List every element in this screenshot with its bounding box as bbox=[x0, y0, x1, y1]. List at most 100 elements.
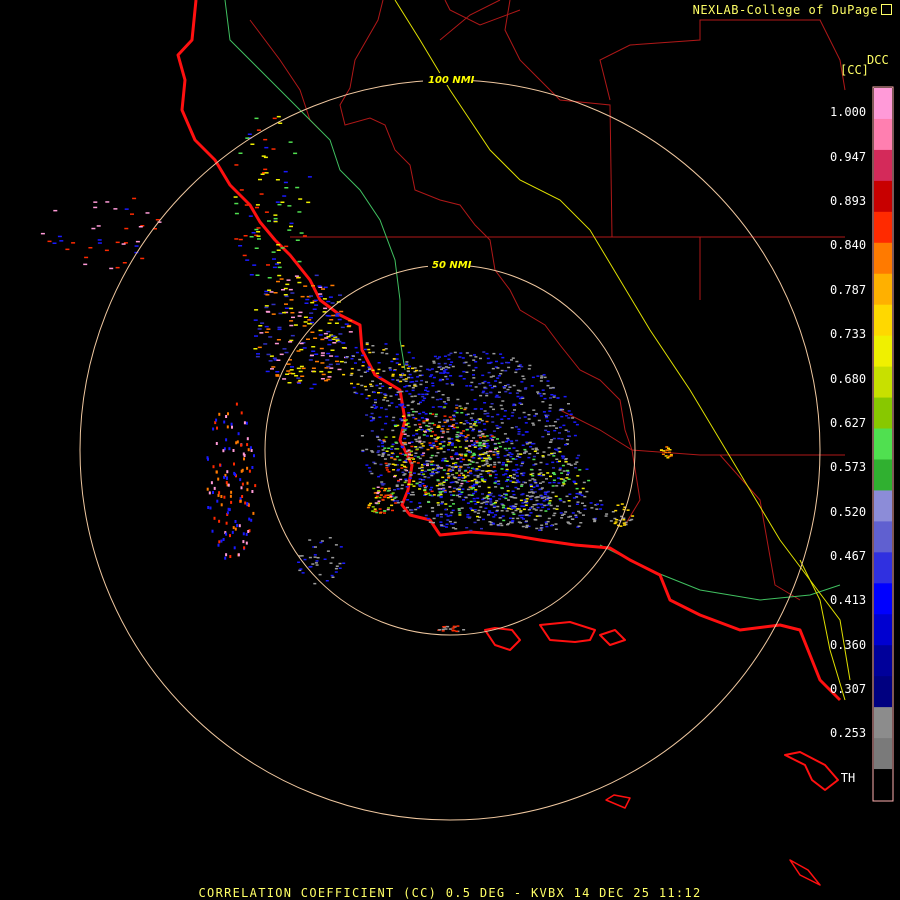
brand-header: NEXLAB-College of DuPage bbox=[693, 3, 892, 17]
radar-echo bbox=[557, 437, 561, 440]
radar-echo bbox=[616, 504, 620, 506]
radar-echo bbox=[406, 404, 410, 407]
radar-echo bbox=[328, 296, 333, 298]
radar-echo bbox=[464, 407, 468, 409]
radar-echo bbox=[234, 202, 239, 205]
external-link-icon[interactable] bbox=[881, 4, 892, 15]
radar-echo bbox=[396, 391, 400, 394]
radar-echo bbox=[510, 442, 514, 445]
radar-echo bbox=[495, 360, 498, 363]
radar-echo bbox=[520, 483, 524, 486]
radar-echo bbox=[493, 461, 497, 464]
radar-echo bbox=[447, 444, 450, 446]
radar-echo bbox=[479, 357, 482, 360]
radar-echo bbox=[474, 356, 478, 358]
radar-echo bbox=[482, 423, 486, 425]
radar-echo bbox=[580, 494, 584, 497]
radar-echo bbox=[562, 501, 566, 503]
radar-echo bbox=[615, 519, 619, 521]
radar-echo bbox=[530, 385, 534, 387]
radar-echo bbox=[667, 451, 671, 454]
radar-echo bbox=[470, 440, 474, 442]
radar-echo bbox=[399, 478, 403, 481]
radar-echo bbox=[327, 371, 332, 373]
radar-echo bbox=[454, 462, 458, 464]
radar-echo bbox=[475, 440, 479, 443]
radar-echo bbox=[288, 341, 293, 343]
radar-echo bbox=[546, 520, 550, 523]
radar-echo bbox=[516, 508, 520, 510]
radar-echo bbox=[399, 452, 403, 455]
radar-echo bbox=[234, 473, 237, 477]
radar-echo bbox=[474, 386, 478, 388]
radar-echo bbox=[428, 444, 432, 446]
radar-echo bbox=[330, 574, 334, 577]
radar-echo bbox=[493, 505, 497, 508]
radar-echo bbox=[514, 497, 518, 499]
radar-echo bbox=[456, 431, 460, 434]
radar-echo bbox=[464, 496, 468, 499]
radar-echo bbox=[212, 427, 215, 431]
radar-echo bbox=[366, 506, 370, 509]
radar-echo bbox=[277, 203, 282, 206]
radar-echo bbox=[389, 369, 392, 371]
radar-echo bbox=[264, 305, 269, 307]
radar-echo bbox=[561, 455, 564, 457]
radar-echo bbox=[225, 532, 228, 536]
radar-echo bbox=[277, 326, 282, 329]
radar-echo bbox=[457, 476, 461, 479]
radar-echo bbox=[254, 117, 259, 120]
radar-echo bbox=[301, 367, 306, 370]
radar-echo bbox=[444, 513, 448, 516]
radar-echo bbox=[245, 137, 250, 139]
radar-echo bbox=[436, 436, 440, 438]
radar-echo bbox=[303, 285, 308, 287]
radar-echo bbox=[539, 509, 543, 512]
radar-echo bbox=[415, 433, 419, 435]
radar-echo bbox=[324, 337, 329, 339]
radar-echo bbox=[381, 484, 385, 486]
radar-echo bbox=[257, 328, 262, 330]
radar-echo bbox=[418, 502, 422, 504]
radar-echo bbox=[448, 520, 452, 523]
radar-echo bbox=[574, 467, 578, 469]
radar-echo bbox=[431, 396, 435, 399]
radar-echo bbox=[525, 494, 529, 497]
legend-swatch bbox=[874, 273, 892, 306]
radar-echo bbox=[509, 517, 512, 519]
radar-echo bbox=[514, 509, 518, 512]
radar-echo bbox=[536, 375, 540, 377]
radar-echo bbox=[500, 362, 504, 365]
radar-echo bbox=[461, 488, 465, 490]
radar-echo bbox=[338, 562, 342, 565]
radar-echo bbox=[515, 479, 519, 481]
radar-echo bbox=[330, 349, 335, 351]
radar-echo bbox=[424, 491, 428, 494]
radar-echo bbox=[350, 358, 354, 360]
radar-echo bbox=[453, 410, 457, 412]
radar-echo bbox=[473, 511, 477, 513]
legend-swatch bbox=[874, 552, 892, 584]
radar-echo bbox=[431, 471, 435, 473]
radar-echo bbox=[220, 495, 223, 498]
radar-echo bbox=[446, 419, 450, 421]
radar-echo bbox=[542, 411, 546, 413]
radar-echo bbox=[432, 517, 436, 520]
radar-echo bbox=[276, 261, 281, 264]
radar-echo bbox=[541, 389, 545, 391]
radar-echo bbox=[384, 436, 388, 438]
radar-echo bbox=[546, 472, 550, 474]
radar-echo bbox=[515, 471, 519, 474]
radar-echo bbox=[254, 309, 259, 311]
radar-echo bbox=[473, 478, 477, 481]
radar-echo bbox=[316, 557, 320, 559]
radar-echo bbox=[472, 468, 476, 470]
radar-echo bbox=[403, 406, 407, 408]
radar-echo bbox=[448, 364, 452, 366]
radar-echo bbox=[386, 400, 390, 402]
radar-echo bbox=[565, 495, 569, 498]
radar-echo bbox=[465, 402, 469, 405]
radar-echo bbox=[426, 463, 430, 465]
radar-echo bbox=[155, 219, 160, 221]
radar-echo bbox=[365, 343, 369, 346]
